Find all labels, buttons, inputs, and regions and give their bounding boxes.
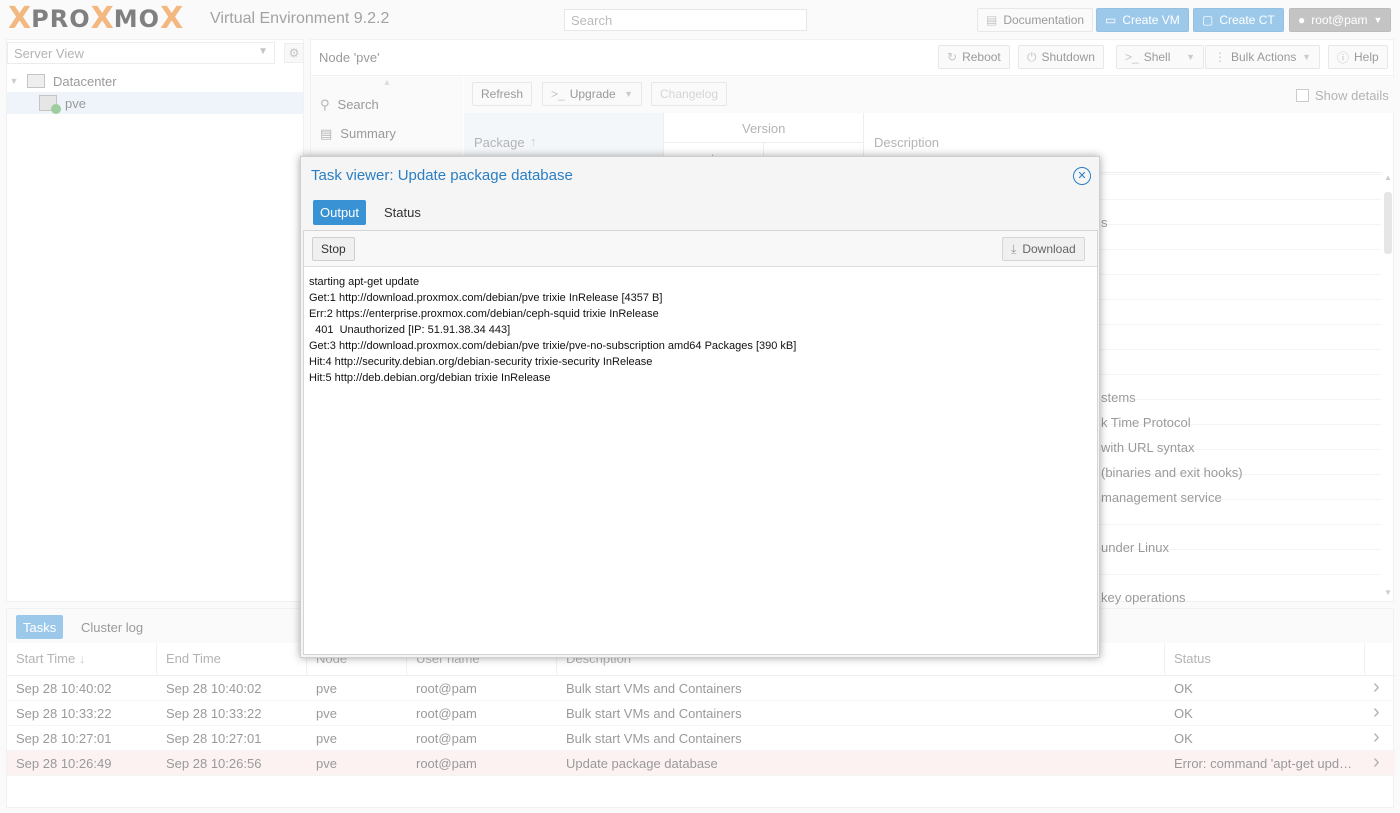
- task-viewer-dialog: Task viewer: Update package database ✕ O…: [300, 156, 1100, 658]
- stop-label: Stop: [321, 242, 346, 256]
- task-output-toolbar: Stop ⤓ Download: [304, 231, 1097, 267]
- download-label: Download: [1022, 242, 1076, 256]
- close-icon[interactable]: ✕: [1073, 167, 1091, 185]
- tab-status-label: Status: [384, 205, 421, 220]
- log-line: Hit:5 http://deb.debian.org/debian trixi…: [309, 372, 551, 384]
- log-line: Err:2 https://enterprise.proxmox.com/deb…: [309, 308, 659, 320]
- download-icon: ⤓: [1011, 241, 1017, 256]
- stop-button[interactable]: Stop: [312, 237, 355, 261]
- tab-status[interactable]: Status: [377, 200, 428, 225]
- log-line: Get:1 http://download.proxmox.com/debian…: [309, 292, 663, 304]
- download-button[interactable]: ⤓ Download: [1002, 237, 1085, 261]
- log-line: Get:3 http://download.proxmox.com/debian…: [309, 340, 797, 352]
- log-line: 401 Unauthorized [IP: 51.91.38.34 443]: [309, 324, 511, 336]
- tab-output-label: Output: [320, 205, 360, 220]
- task-output-panel: Stop ⤓ Download starting apt-get update G…: [303, 230, 1098, 655]
- task-log-output: starting apt-get update Get:1 http://down…: [309, 274, 796, 386]
- tab-output[interactable]: Output: [313, 200, 367, 225]
- log-line: Hit:4 http://security.debian.org/debian-…: [309, 356, 653, 368]
- dialog-title: Task viewer: Update package database: [311, 167, 573, 184]
- log-line: starting apt-get update: [309, 276, 420, 288]
